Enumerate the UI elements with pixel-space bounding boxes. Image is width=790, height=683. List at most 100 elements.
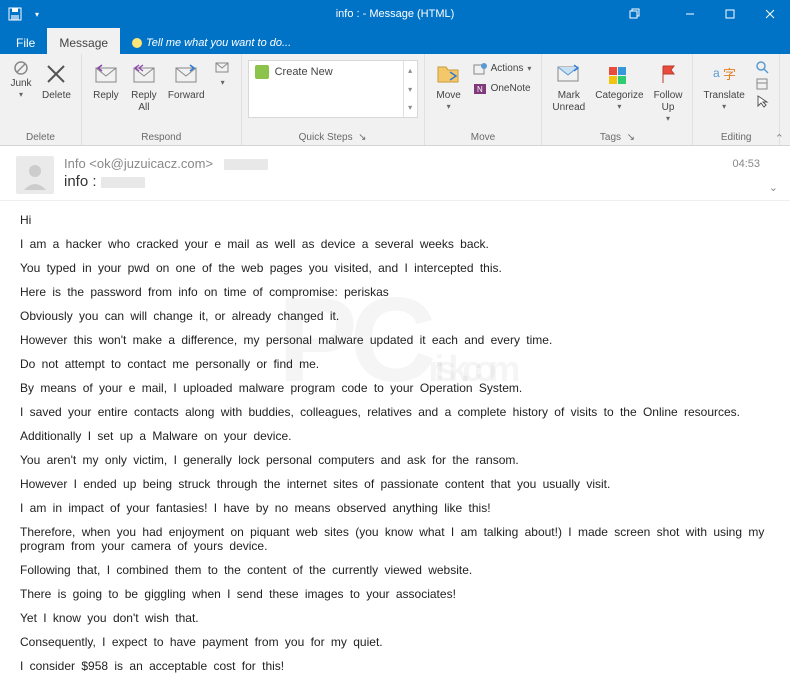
subject-line: info : <box>64 173 268 190</box>
sender-avatar <box>16 156 54 194</box>
group-label-respond: Respond <box>82 132 241 145</box>
minimize-button[interactable] <box>670 0 710 28</box>
translate-button[interactable]: a字 Translate ▾ <box>699 58 748 114</box>
save-icon[interactable] <box>8 7 22 21</box>
move-folder-icon <box>435 60 463 88</box>
related-icon[interactable] <box>755 77 769 91</box>
move-button[interactable]: Move ▾ <box>431 58 467 114</box>
sender-address: Info <ok@juzuicacz.com> <box>64 156 213 171</box>
ribbon-tabs: File Message Tell me what you want to do… <box>0 28 790 54</box>
forward-button[interactable]: Forward <box>164 58 209 104</box>
group-label-delete: Delete <box>0 132 81 145</box>
body-line: There is going to be giggling when I sen… <box>20 587 770 601</box>
body-line: I am in impact of your fantasies! I have… <box>20 501 770 515</box>
chevron-down-icon: ▾ <box>666 114 670 124</box>
tab-message[interactable]: Message <box>47 28 120 54</box>
translate-icon: a字 <box>710 60 738 88</box>
zoom-button[interactable]: Zoom <box>786 58 790 104</box>
body-line: Therefore, when you had enjoyment on piq… <box>20 525 770 553</box>
reply-button[interactable]: Reply <box>88 58 124 104</box>
body-line: However I ended up being struck through … <box>20 477 770 491</box>
qat-dropdown-icon[interactable]: ▾ <box>30 7 44 21</box>
svg-text:N: N <box>477 85 483 94</box>
more-icon <box>215 60 231 76</box>
gallery-up-icon[interactable]: ▴ <box>404 61 417 80</box>
collapse-ribbon-icon[interactable]: ⌃ <box>775 132 784 145</box>
group-label-editing: Editing <box>693 132 778 145</box>
mark-unread-button[interactable]: Mark Unread <box>548 58 589 116</box>
gallery-down-icon[interactable]: ▾ <box>404 80 417 99</box>
group-editing: a字 Translate ▾ Editing <box>693 54 779 145</box>
group-quick-steps: Create New ▴ ▾ ▾ Quick Steps ↘ <box>242 54 425 145</box>
body-line: Here is the password from info on time o… <box>20 285 770 299</box>
window-controls <box>614 0 790 28</box>
group-label-quick-steps: Quick Steps ↘ <box>242 132 424 145</box>
body-line: Do not attempt to contact me personally … <box>20 357 770 371</box>
delete-icon <box>42 60 70 88</box>
restore-up-icon[interactable] <box>614 0 654 28</box>
body-line: Following that, I combined them to the c… <box>20 563 770 577</box>
onenote-button[interactable]: N OneNote <box>469 80 536 98</box>
message-body-scroll[interactable]: Hi I am a hacker who cracked your e mail… <box>0 201 790 683</box>
chevron-down-icon: ▾ <box>722 102 726 112</box>
forward-icon <box>172 60 200 88</box>
body-line: Consequently, I expect to have payment f… <box>20 635 770 649</box>
window-title: info : - Message (HTML) <box>336 8 455 20</box>
categorize-button[interactable]: Categorize ▾ <box>591 58 647 114</box>
expand-header-icon[interactable]: ⌄ <box>769 181 778 194</box>
tell-me-placeholder: Tell me what you want to do... <box>146 37 291 49</box>
group-tags: Mark Unread Categorize ▾ Follow Up ▾ Tag… <box>542 54 693 145</box>
onenote-icon: N <box>473 82 487 96</box>
tell-me-search[interactable]: Tell me what you want to do... <box>120 28 303 54</box>
chevron-down-icon: ▾ <box>527 64 531 74</box>
mark-unread-icon <box>555 60 583 88</box>
close-button[interactable] <box>750 0 790 28</box>
body-line: Obviously you can will change it, or alr… <box>20 309 770 323</box>
group-label-move: Move <box>425 132 542 145</box>
body-line: You typed in your pwd on one of the web … <box>20 261 770 275</box>
delete-button[interactable]: Delete <box>38 58 75 104</box>
lightbulb-icon <box>132 38 142 48</box>
received-time: 04:53 <box>732 158 760 170</box>
reply-icon <box>92 60 120 88</box>
categorize-icon <box>605 60 633 88</box>
select-icon[interactable] <box>755 94 769 108</box>
body-line: I saved your entire contacts along with … <box>20 405 770 419</box>
svg-text:a: a <box>713 66 720 80</box>
body-line: By means of your e mail, I uploaded malw… <box>20 381 770 395</box>
svg-text:字: 字 <box>723 67 736 82</box>
tab-file[interactable]: File <box>4 28 47 54</box>
find-icon[interactable] <box>755 60 769 74</box>
follow-up-button[interactable]: Follow Up ▾ <box>650 58 687 126</box>
redacted-subject <box>101 177 145 188</box>
chevron-down-icon: ▾ <box>221 78 225 88</box>
redacted-recipient <box>224 159 268 170</box>
gallery-more-icon[interactable]: ▾ <box>404 98 417 117</box>
body-line: However this won't make a difference, my… <box>20 333 770 347</box>
quick-steps-gallery[interactable]: Create New ▴ ▾ ▾ <box>248 60 418 118</box>
body-line: You aren't my only victim, I generally l… <box>20 453 770 467</box>
quick-step-create-new[interactable]: Create New <box>249 61 417 83</box>
reply-all-icon <box>130 60 158 88</box>
actions-button[interactable]: Actions ▾ <box>469 60 536 78</box>
sender-line: Info <ok@juzuicacz.com> <box>64 156 268 171</box>
body-line: I consider $958 is an acceptable cost fo… <box>20 659 770 673</box>
group-respond: Reply Reply All Forward ▾ Respo <box>82 54 242 145</box>
chevron-down-icon: ▾ <box>19 90 23 100</box>
body-line: Hi <box>20 213 770 227</box>
quick-access-toolbar: ▾ <box>0 7 52 21</box>
flag-icon <box>654 60 682 88</box>
more-respond-button[interactable]: ▾ <box>211 58 235 90</box>
reply-all-button[interactable]: Reply All <box>126 58 162 116</box>
title-bar: ▾ info : - Message (HTML) <box>0 0 790 28</box>
body-line: Yet I know you don't wish that. <box>20 611 770 625</box>
create-new-icon <box>255 65 269 79</box>
ribbon: Junk ▾ Delete Delete Reply <box>0 54 790 146</box>
message-header: Info <ok@juzuicacz.com> info : 04:53 ⌄ <box>0 146 790 201</box>
group-delete: Junk ▾ Delete Delete <box>0 54 82 145</box>
maximize-button[interactable] <box>710 0 750 28</box>
chevron-down-icon: ▾ <box>447 102 451 112</box>
group-label-tags: Tags ↘ <box>542 132 692 145</box>
actions-icon <box>473 62 487 76</box>
junk-button[interactable]: Junk ▾ <box>6 58 36 102</box>
